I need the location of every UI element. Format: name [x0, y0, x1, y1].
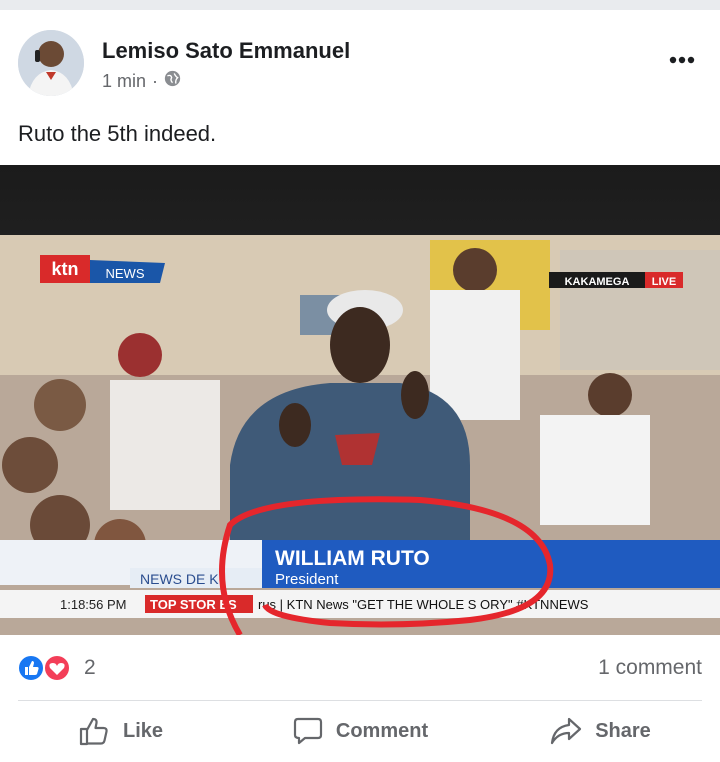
author-name[interactable]: Lemiso Sato Emmanuel	[102, 38, 350, 64]
like-button[interactable]: Like	[0, 702, 240, 760]
live-badge: LIVE	[652, 276, 676, 288]
post-actions: Like Comment Share	[0, 702, 720, 760]
comment-button[interactable]: Comment	[240, 702, 480, 760]
post-image[interactable]: ktn NEWS KAKAMEGA LIVE WILLIAM RUTO Pres…	[0, 165, 720, 635]
reaction-count[interactable]: 2	[84, 656, 96, 680]
ktn-news-label: NEWS	[106, 266, 145, 281]
meta-separator: ·	[152, 70, 159, 91]
news-desk-label: NEWS DE K	[140, 571, 219, 587]
tv-screenshot-photo: ktn NEWS KAKAMEGA LIVE WILLIAM RUTO Pres…	[0, 165, 720, 635]
lower-third-name: WILLIAM RUTO	[275, 547, 430, 570]
share-label: Share	[595, 719, 651, 742]
post-text: Ruto the 5th indeed.	[18, 121, 217, 146]
more-options-button[interactable]	[662, 50, 702, 70]
ticker-time: 1:18:56 PM	[60, 597, 127, 612]
ktn-logo: ktn	[52, 259, 79, 279]
comment-label: Comment	[335, 719, 429, 742]
more-dots-icon	[669, 56, 695, 64]
lower-third-title: President	[275, 571, 339, 588]
share-button[interactable]: Share	[480, 702, 720, 760]
like-label: Like	[122, 719, 164, 742]
post-header: Lemiso Sato Emmanuel 1 min ·	[0, 10, 720, 110]
actions-divider	[18, 700, 702, 701]
location-label: KAKAMEGA	[565, 276, 630, 288]
post-timestamp[interactable]: 1 min	[102, 71, 146, 92]
reaction-icons[interactable]	[17, 654, 77, 682]
share-arrow-icon	[551, 717, 582, 745]
post-meta: 1 min ·	[102, 70, 181, 92]
globe-icon	[164, 70, 181, 92]
author-avatar[interactable]	[18, 30, 84, 96]
comment-count[interactable]: 1 comment	[598, 656, 702, 680]
thumbs-up-icon	[79, 717, 108, 746]
comment-bubble-icon	[293, 717, 322, 745]
feed-top-strip	[0, 0, 720, 10]
reactions-bar: 2 1 comment	[0, 648, 720, 688]
